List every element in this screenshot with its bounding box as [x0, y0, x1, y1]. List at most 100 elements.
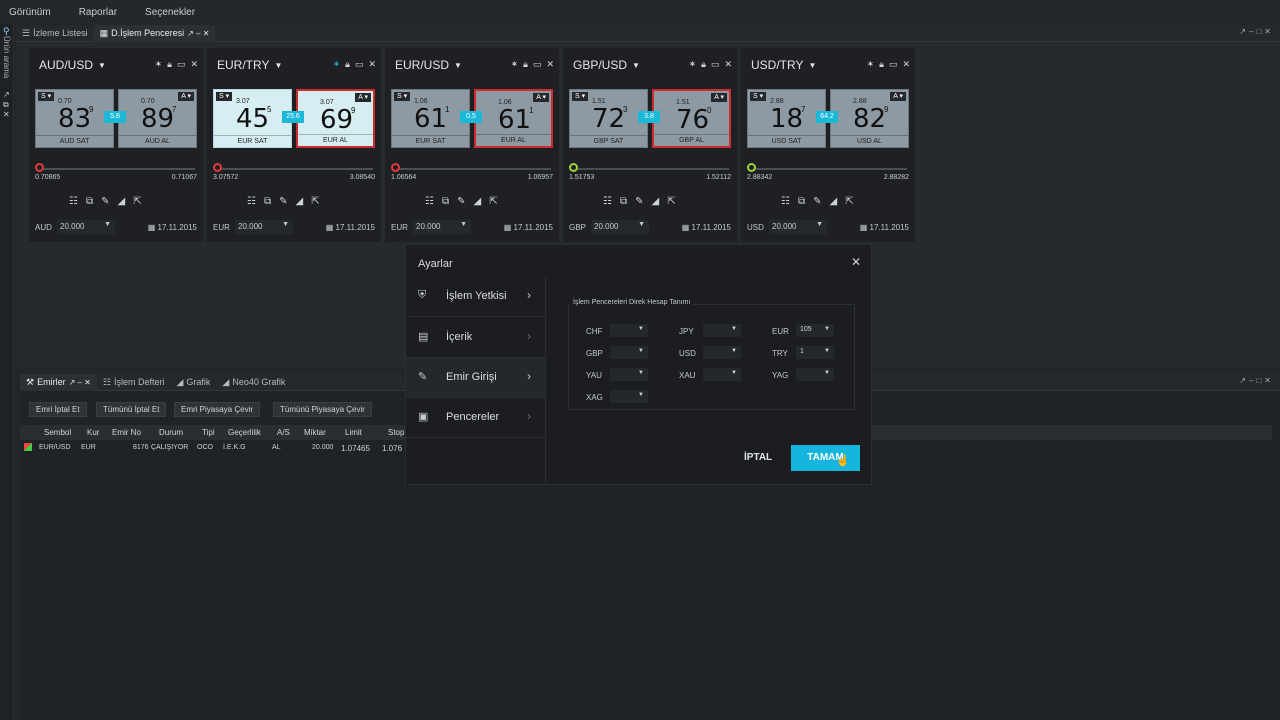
buy-price-button[interactable]: A ▾ 1.06 61 1 EUR AL: [474, 89, 553, 148]
lock-icon[interactable]: 🔒︎: [701, 59, 706, 70]
close-icon[interactable]: ✕: [902, 59, 910, 70]
range-knob[interactable]: [391, 163, 400, 172]
nav-windows[interactable]: ▣ Pencereler ›: [406, 398, 545, 438]
sell-badge[interactable]: S ▾: [38, 92, 55, 101]
buy-badge[interactable]: A ▾: [890, 92, 906, 101]
window-icon[interactable]: ▭: [533, 59, 542, 70]
col-symbol[interactable]: Sembol: [44, 428, 71, 437]
copy-icon[interactable]: ⧉: [86, 196, 93, 207]
product-search-label[interactable]: Ürün arama: [2, 36, 11, 78]
ladder-icon[interactable]: ☷: [247, 196, 256, 207]
copy-icon[interactable]: ⧉: [264, 196, 271, 207]
range-knob[interactable]: [569, 163, 578, 172]
tab-trade-windows[interactable]: ▦ D.İşlem Penceresi ↗ – ✕: [93, 24, 216, 42]
external-link-icon[interactable]: ⇱: [489, 196, 497, 207]
ladder-icon[interactable]: ☷: [425, 196, 434, 207]
col-status[interactable]: Durum: [159, 428, 183, 437]
pair-selector[interactable]: USD/TRY ▼: [751, 58, 816, 72]
external-link-icon[interactable]: ⇱: [667, 196, 675, 207]
pair-selector[interactable]: GBP/USD ▼: [573, 58, 640, 72]
nav-trade-permission[interactable]: ⛨ İşlem Yetkisi ›: [406, 277, 545, 317]
cancel-order-button[interactable]: Emri İptal Et: [29, 402, 87, 417]
edit-icon[interactable]: ✎: [813, 196, 821, 207]
amount-select[interactable]: 20.000 ▼: [57, 220, 115, 234]
cancel-button[interactable]: İPTAL: [744, 452, 772, 463]
account-select[interactable]: ▼: [703, 346, 741, 359]
copy-icon[interactable]: ⧉: [798, 196, 805, 207]
sell-price-button[interactable]: S ▾ 3.07 45 5 EUR SAT: [213, 89, 292, 148]
amount-select[interactable]: 20.000 ▼: [413, 220, 471, 234]
nav-order-entry[interactable]: ✎ Emir Girişi ›: [406, 358, 545, 398]
lock-icon[interactable]: 🔒︎: [879, 59, 884, 70]
account-select[interactable]: ▼: [610, 390, 648, 403]
col-rate[interactable]: Kur: [87, 428, 99, 437]
account-select[interactable]: ▼: [610, 368, 648, 381]
window-icon[interactable]: ▭: [889, 59, 898, 70]
sell-badge[interactable]: S ▾: [572, 92, 589, 101]
col-limit[interactable]: Limit: [345, 428, 362, 437]
close-icon[interactable]: ✕: [724, 59, 732, 70]
menu-options[interactable]: Seçenekler: [145, 7, 195, 18]
ladder-icon[interactable]: ☷: [69, 196, 78, 207]
amount-select[interactable]: 20.000 ▼: [591, 220, 649, 234]
menu-view[interactable]: Görünüm: [9, 7, 51, 18]
edit-icon[interactable]: ✎: [457, 196, 465, 207]
sell-price-button[interactable]: S ▾ 0.70 83 9 AUD SAT: [35, 89, 114, 148]
range-knob[interactable]: [747, 163, 756, 172]
close-icon[interactable]: ✕: [190, 59, 198, 70]
edit-icon[interactable]: ✎: [635, 196, 643, 207]
pair-selector[interactable]: AUD/USD ▼: [39, 58, 106, 72]
tab-watchlist[interactable]: ☰ İzleme Listesi: [16, 25, 94, 42]
window-icon[interactable]: ⧉: [3, 100, 9, 110]
ladder-icon[interactable]: ☷: [781, 196, 790, 207]
tab-ledger[interactable]: ☷ İşlem Defteri: [97, 374, 171, 391]
copy-icon[interactable]: ⧉: [620, 196, 627, 207]
buy-price-button[interactable]: A ▾ 3.07 69 9 EUR AL: [296, 89, 375, 148]
buy-badge[interactable]: A ▾: [178, 92, 194, 101]
external-link-icon[interactable]: ⇱: [845, 196, 853, 207]
sell-price-button[interactable]: S ▾ 2.88 18 7 USD SAT: [747, 89, 826, 148]
chart-icon[interactable]: ◢: [652, 196, 660, 207]
tab-controls[interactable]: ↗ – ✕: [69, 378, 91, 387]
window-icon[interactable]: ▭: [177, 59, 186, 70]
date-field[interactable]: ▦ 17.11.2015: [148, 223, 197, 232]
window-icon[interactable]: ▭: [355, 59, 364, 70]
lock-icon[interactable]: 🔒︎: [345, 59, 350, 70]
window-icon[interactable]: ▭: [711, 59, 720, 70]
edit-icon[interactable]: ✎: [101, 196, 109, 207]
convert-to-market-button[interactable]: Emri Piyasaya Çevir: [174, 402, 261, 417]
buy-price-button[interactable]: A ▾ 1.51 76 0 GBP AL: [652, 89, 731, 148]
convert-all-to-market-button[interactable]: Tümünü Piyasaya Çevir: [273, 402, 372, 417]
col-side[interactable]: A/S: [277, 428, 290, 437]
tools-icon[interactable]: ✶: [867, 59, 875, 70]
sell-badge[interactable]: S ▾: [394, 92, 411, 101]
close-icon[interactable]: ✕: [3, 110, 10, 119]
date-field[interactable]: ▦ 17.11.2015: [682, 223, 731, 232]
sell-badge[interactable]: S ▾: [216, 92, 233, 101]
pin-icon[interactable]: ↗: [3, 90, 10, 99]
account-select[interactable]: ▼: [610, 346, 648, 359]
window-controls[interactable]: ↗–□✕: [1239, 376, 1274, 385]
account-select[interactable]: ▼: [610, 324, 648, 337]
window-controls[interactable]: ↗–□✕: [1239, 27, 1274, 36]
range-knob[interactable]: [213, 163, 222, 172]
buy-badge[interactable]: A ▾: [533, 93, 549, 102]
date-field[interactable]: ▦ 17.11.2015: [860, 223, 909, 232]
date-field[interactable]: ▦ 17.11.2015: [504, 223, 553, 232]
amount-select[interactable]: 20.000 ▼: [769, 220, 827, 234]
buy-price-button[interactable]: A ▾ 2.88 82 9 USD AL: [830, 89, 909, 148]
chart-icon[interactable]: ◢: [118, 196, 126, 207]
buy-badge[interactable]: A ▾: [355, 93, 371, 102]
tab-orders[interactable]: ⚒ Emirler ↗ – ✕: [20, 373, 97, 391]
tab-neo40-chart[interactable]: ◢ Neo40 Grafik: [216, 374, 291, 391]
close-icon[interactable]: ✕: [851, 255, 861, 269]
amount-select[interactable]: 20.000 ▼: [235, 220, 293, 234]
col-validity[interactable]: Geçerlilik: [228, 428, 261, 437]
tools-icon[interactable]: ✶: [333, 59, 341, 70]
buy-badge[interactable]: A ▾: [711, 93, 727, 102]
external-link-icon[interactable]: ⇱: [133, 196, 141, 207]
buy-price-button[interactable]: A ▾ 0.70 89 7 AUD AL: [118, 89, 197, 148]
account-select[interactable]: 1 ▼: [796, 346, 834, 359]
sell-price-button[interactable]: S ▾ 1.51 72 3 GBP SAT: [569, 89, 648, 148]
nav-content[interactable]: ▤ İçerik ›: [406, 318, 545, 358]
